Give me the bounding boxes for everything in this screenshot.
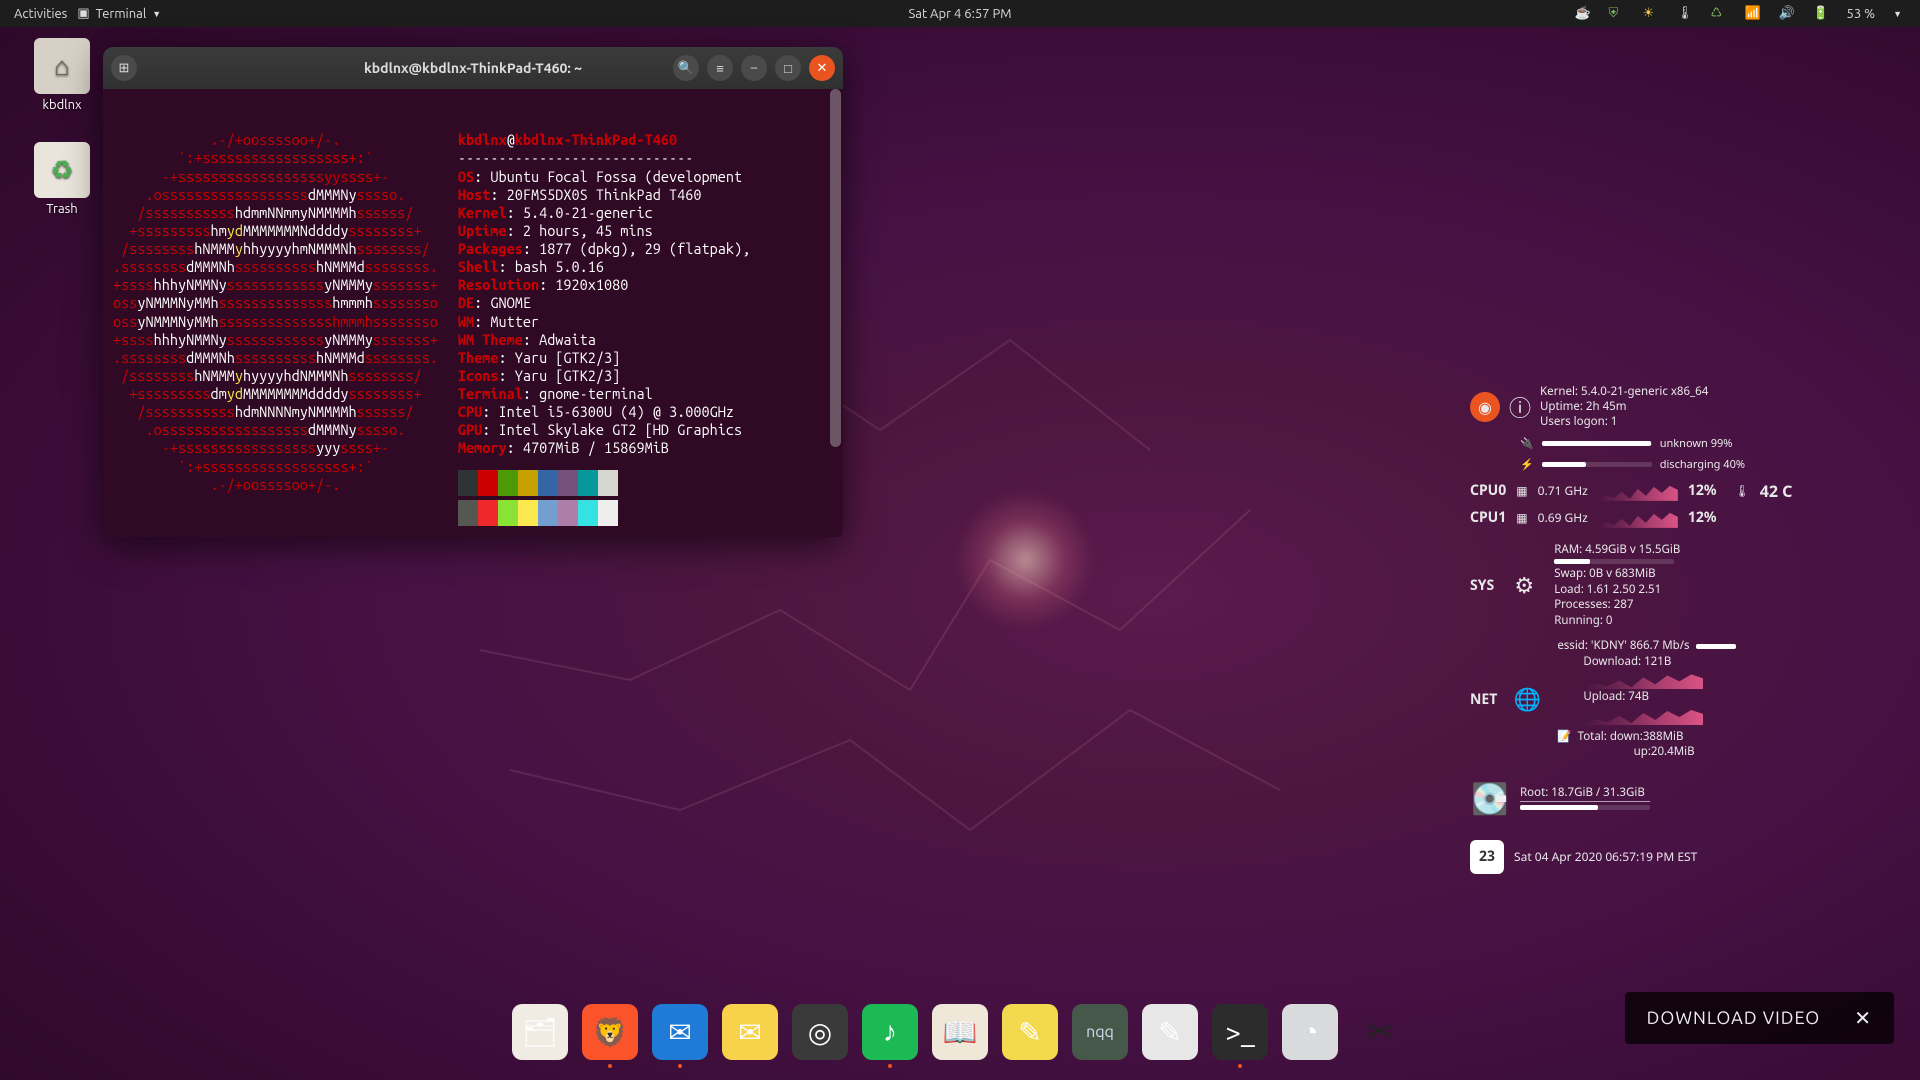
cpu0-freq: 0.71 GHz	[1538, 482, 1588, 499]
search-button[interactable]: 🔍	[673, 55, 699, 81]
dock-brave[interactable]: 🦁	[582, 1004, 638, 1060]
weather-icon[interactable]: ☀	[1643, 6, 1659, 22]
calendar-icon: 23	[1470, 840, 1504, 874]
caffeine-icon[interactable]: ☕	[1575, 6, 1591, 22]
home-folder-icon[interactable]: ⌂ kbdlnx	[20, 38, 104, 112]
dock: 🗂🦁✉✉◎♪📖✎nqq✎>_◔✂	[502, 998, 1418, 1066]
clock[interactable]: Sat Apr 4 6:57 PM	[908, 7, 1011, 21]
close-button[interactable]: ✕	[809, 55, 835, 81]
load-text: Load: 1.61 2.50 2.51	[1554, 582, 1680, 598]
conky-battery: unknown 99%	[1660, 436, 1733, 451]
terminal-icon: ▣	[77, 6, 89, 21]
temp-icon: 🌡	[1734, 482, 1749, 499]
gnome-topbar: Activities ▣ Terminal ▼ Sat Apr 4 6:57 P…	[0, 0, 1920, 27]
ram-text: RAM: 4.59GiB v 15.5GiB	[1554, 542, 1680, 558]
cpu1-label: CPU1	[1470, 508, 1506, 527]
dock-spotify[interactable]: ♪	[862, 1004, 918, 1060]
wifi-icon[interactable]: 📶	[1745, 6, 1761, 22]
conky-users: Users logon: 1	[1540, 415, 1708, 430]
running-text: Running: 0	[1554, 613, 1680, 629]
plug-icon: 🔌	[1520, 436, 1534, 451]
cpu1-freq: 0.69 GHz	[1538, 509, 1588, 526]
new-tab-button[interactable]: ⊞	[111, 55, 137, 81]
dock-nqq[interactable]: nqq	[1072, 1004, 1128, 1060]
download-text: Download: 121B	[1583, 654, 1735, 670]
down-spark	[1583, 669, 1703, 689]
dock-mail[interactable]: ✉	[722, 1004, 778, 1060]
download-video-overlay: DOWNLOAD VIDEO ✕	[1625, 992, 1894, 1044]
close-icon[interactable]: ✕	[1854, 1006, 1872, 1030]
chip-icon: ▦	[1516, 482, 1527, 499]
cpu0-label: CPU0	[1470, 481, 1506, 500]
root-text: Root: 18.7GiB / 31.3GiB	[1520, 785, 1650, 802]
dock-notes[interactable]: ✎	[1002, 1004, 1058, 1060]
dock-thunderbird[interactable]: ✉	[652, 1004, 708, 1060]
total-down-text: Total: down:388MiB	[1578, 729, 1695, 745]
thermometer-icon[interactable]: 🌡	[1677, 6, 1693, 22]
shield-icon[interactable]: ⛨	[1609, 6, 1625, 22]
cpu1-pct: 12%	[1688, 508, 1717, 527]
system-menu-chevron-icon[interactable]: ▼	[1893, 9, 1902, 19]
gears-icon: ⚙	[1504, 565, 1544, 605]
maximize-button[interactable]: □	[775, 55, 801, 81]
discharge-icon: ⚡	[1520, 457, 1534, 472]
terminal-window: ⊞ kbdlnx@kbdlnx-ThinkPad-T460: ~ 🔍 ≡ – □…	[103, 47, 843, 537]
dock-gedit[interactable]: ✎	[1142, 1004, 1198, 1060]
procs-text: Processes: 287	[1554, 597, 1680, 613]
battery-percent: 53 %	[1847, 7, 1876, 21]
conky-discharge: discharging 40%	[1660, 457, 1745, 472]
cpu0-pct: 12%	[1688, 481, 1717, 500]
chip-icon: ▦	[1516, 509, 1527, 526]
chevron-down-icon: ▼	[152, 9, 161, 19]
up-spark	[1583, 705, 1703, 725]
disk-icon: 💽	[1470, 778, 1510, 818]
essid-text: essid: 'KDNY' 866.7 Mb/s	[1557, 638, 1689, 654]
dock-rhythmbox[interactable]: ◎	[792, 1004, 848, 1060]
conky-uptime: Uptime: 2h 45m	[1540, 400, 1708, 415]
window-title: kbdlnx@kbdlnx-ThinkPad-T460: ~	[364, 60, 582, 76]
volume-icon[interactable]: 🔊	[1779, 6, 1795, 22]
cpu-temp: 42 C	[1760, 480, 1793, 502]
menu-button[interactable]: ≡	[707, 55, 733, 81]
download-video-button[interactable]: DOWNLOAD VIDEO	[1647, 1008, 1821, 1028]
trash-icon[interactable]: ♻ Trash	[20, 142, 104, 216]
minimize-button[interactable]: –	[741, 55, 767, 81]
conky-date: Sat 04 Apr 2020 06:57:19 PM EST	[1514, 848, 1697, 865]
dock-terminal[interactable]: >_	[1212, 1004, 1268, 1060]
total-up-text: up:20.4MiB	[1634, 744, 1695, 760]
dock-screenshot[interactable]: ✂	[1352, 1004, 1408, 1060]
info-icon: ⓘ	[1510, 387, 1530, 427]
swap-text: Swap: 0B v 683MiB	[1554, 566, 1680, 582]
support-icon[interactable]: ♺	[1711, 6, 1727, 22]
home-folder-label: kbdlnx	[20, 98, 104, 112]
upload-text: Upload: 74B	[1583, 689, 1735, 705]
trash-label: Trash	[20, 202, 104, 216]
dock-files[interactable]: 🗂	[512, 1004, 568, 1060]
terminal-titlebar[interactable]: ⊞ kbdlnx@kbdlnx-ThinkPad-T460: ~ 🔍 ≡ – □…	[103, 47, 843, 89]
activities-button[interactable]: Activities	[14, 7, 67, 21]
cpu1-spark	[1598, 508, 1678, 528]
terminal-body[interactable]: .-/+oossssoo+/-. `:+ssssssssssssssssss+:…	[103, 89, 843, 537]
conky-widget: ◉ ⓘ Kernel: 5.4.0-21-generic x86_64 Upti…	[1470, 395, 1850, 880]
conky-kernel: Kernel: 5.4.0-21-generic x86_64	[1540, 385, 1708, 400]
globe-icon: 🌐	[1507, 679, 1547, 719]
notes-icon: 📝	[1557, 729, 1571, 745]
terminal-scrollbar[interactable]	[830, 89, 841, 447]
battery-icon[interactable]: 🔋	[1813, 6, 1829, 22]
dock-disks[interactable]: ◔	[1282, 1004, 1338, 1060]
cpu0-spark	[1598, 481, 1678, 501]
sys-label: SYS	[1470, 576, 1494, 595]
ubuntu-logo-icon: ◉	[1470, 392, 1500, 422]
dock-books[interactable]: 📖	[932, 1004, 988, 1060]
app-menu[interactable]: ▣ Terminal ▼	[77, 6, 161, 21]
net-label: NET	[1470, 690, 1497, 709]
